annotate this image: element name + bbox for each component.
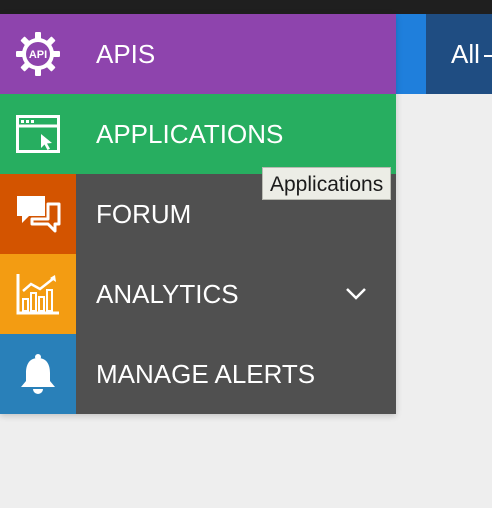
browser-window-icon: [0, 94, 76, 174]
menu-item-label-apis: APIS: [96, 39, 156, 69]
api-gear-icon: API: [0, 14, 76, 94]
menu-item-label-analytics: ANALYTICS: [96, 279, 239, 309]
menu-item-apis[interactable]: API APIS: [0, 14, 396, 94]
header-accent: [396, 14, 426, 94]
menu-item-manage-alerts[interactable]: MANAGE ALERTS: [0, 334, 396, 414]
svg-text:API: API: [29, 49, 47, 61]
chat-bubbles-icon: [0, 174, 76, 254]
header-tab-label[interactable]: All: [451, 38, 492, 70]
tooltip: Applications: [262, 167, 392, 200]
menu-item-label-forum: FORUM: [96, 199, 192, 229]
menu-item-label-applications: APPLICATIONS: [96, 119, 284, 149]
menu-item-label-manage-alerts: MANAGE ALERTS: [96, 359, 316, 389]
top-bar: [0, 0, 492, 14]
bar-chart-icon: [0, 254, 76, 334]
menu-item-analytics[interactable]: ANALYTICS: [0, 254, 396, 334]
chevron-down-icon[interactable]: [342, 280, 370, 308]
menu-item-applications[interactable]: APPLICATIONS: [0, 94, 396, 174]
sidebar-menu: API APIS APPLICATIONS FORUM ANALYTICS MA…: [0, 14, 396, 414]
bell-icon: [0, 334, 76, 414]
